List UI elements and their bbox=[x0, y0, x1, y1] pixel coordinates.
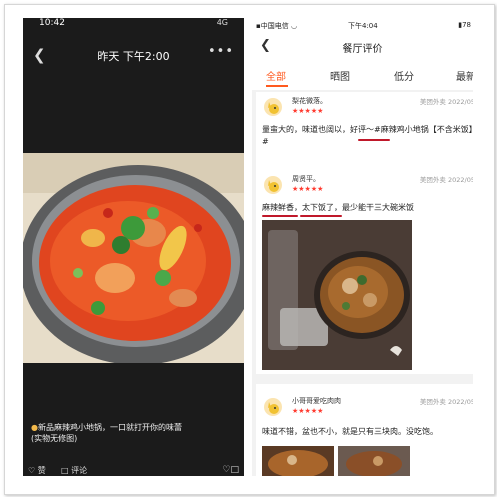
tab-photos[interactable]: 晒图 bbox=[330, 68, 350, 83]
review-username: 梨花微落。 bbox=[292, 97, 327, 105]
carrier-label: ▪中国电信 ◡ bbox=[256, 22, 298, 30]
status-time: 下午4:04 bbox=[348, 22, 378, 30]
caption-line-1: ●新品麻辣鸡小地锅，一口就打开你的味蕾 bbox=[31, 423, 182, 432]
active-tab-indicator bbox=[266, 85, 288, 87]
avatar bbox=[264, 176, 282, 194]
status-bar: 10:42 4G bbox=[23, 18, 244, 30]
review-meta: 美团外卖 2022/05 bbox=[419, 398, 473, 406]
caption-line-2: (实物无修图) bbox=[31, 434, 78, 443]
heart-icon: ♡ bbox=[28, 466, 36, 475]
review-photo[interactable] bbox=[262, 220, 412, 370]
status-bar: ▪中国电信 ◡ 下午4:04 ▮78 bbox=[252, 18, 473, 32]
comment-outline-icon[interactable]: □ bbox=[230, 465, 239, 475]
dish-emoji-icon: ● bbox=[31, 423, 38, 432]
status-time: 10:42 bbox=[39, 18, 65, 28]
page-title: 餐厅评价 bbox=[342, 44, 383, 55]
battery-indicator: ▮78 bbox=[458, 21, 471, 29]
mascot-icon bbox=[268, 102, 279, 114]
review-username: 小哥哥爱吃肉肉 bbox=[292, 397, 341, 405]
review-username: 周贤平。 bbox=[292, 175, 320, 183]
like-button[interactable]: ♡ 赞 bbox=[28, 465, 46, 476]
left-phone-screen: 10:42 4G ❮ 昨天 下午2:00 ••• ●新品麻辣鸡小地锅，一口就打开… bbox=[23, 18, 244, 476]
review-photo[interactable] bbox=[262, 446, 334, 476]
review-text: 量蛮大的，味道也阔以，好评～#麻辣鸡小地锅【不含米饭】# bbox=[262, 125, 473, 146]
review-photo[interactable] bbox=[338, 446, 410, 476]
mascot-icon bbox=[268, 402, 279, 414]
tab-all[interactable]: 全部 bbox=[266, 68, 286, 83]
star-rating: ★★★★★ bbox=[292, 407, 324, 415]
highlight-underline bbox=[358, 139, 390, 141]
review-card: 周贤平。 ★★★★★ 美团外卖 2022/05 麻辣鲜香，太下饭了，最少能干三大… bbox=[256, 168, 473, 374]
tab-low-score[interactable]: 低分 bbox=[394, 68, 414, 83]
star-rating: ★★★★★ bbox=[292, 107, 324, 115]
review-text: 麻辣鲜香，太下饭了，最少能干三大碗米饭 bbox=[262, 203, 414, 212]
comment-button[interactable]: □ 评论 bbox=[61, 465, 87, 476]
review-card: 小哥哥爱吃肉肉 ★★★★★ 美团外卖 2022/05 味道不错，盆也不小，就是只… bbox=[256, 384, 473, 476]
mascot-icon bbox=[268, 180, 279, 192]
highlight-underline bbox=[300, 215, 342, 217]
review-tabs: 全部 晒图 低分 最新 bbox=[252, 60, 473, 90]
nav-bar: ❮ 餐厅评价 bbox=[252, 32, 473, 60]
review-meta: 美团外卖 2022/05 bbox=[419, 98, 473, 106]
highlight-underline bbox=[262, 215, 298, 217]
avatar bbox=[264, 98, 282, 116]
dish-photo bbox=[23, 153, 244, 363]
star-rating: ★★★★★ bbox=[292, 185, 324, 193]
right-phone-screen: ▪中国电信 ◡ 下午4:04 ▮78 ❮ 餐厅评价 全部 晒图 低分 最新 梨花… bbox=[252, 18, 473, 476]
review-meta: 美团外卖 2022/05 bbox=[419, 176, 473, 184]
nav-bar: ❮ 昨天 下午2:00 ••• bbox=[23, 42, 244, 68]
comment-icon: □ bbox=[61, 466, 69, 475]
post-caption: ●新品麻辣鸡小地锅，一口就打开你的味蕾 (实物无修图) bbox=[31, 422, 236, 444]
wifi-icon: ◡ bbox=[290, 22, 298, 30]
action-bar: ♡ 赞 □ 评论 ♡□ bbox=[23, 465, 244, 476]
review-text: 味道不错，盆也不小，就是只有三块肉。没吃饱。 bbox=[262, 427, 438, 436]
avatar bbox=[264, 398, 282, 416]
network-indicator: 4G bbox=[216, 18, 228, 27]
tab-latest[interactable]: 最新 bbox=[456, 68, 473, 83]
more-dots-icon[interactable]: ••• bbox=[208, 44, 234, 59]
review-card: 梨花微落。 ★★★★★ 美团外卖 2022/05 量蛮大的，味道也阔以，好评～#… bbox=[256, 92, 473, 178]
right-actions: ♡□ bbox=[222, 465, 239, 475]
